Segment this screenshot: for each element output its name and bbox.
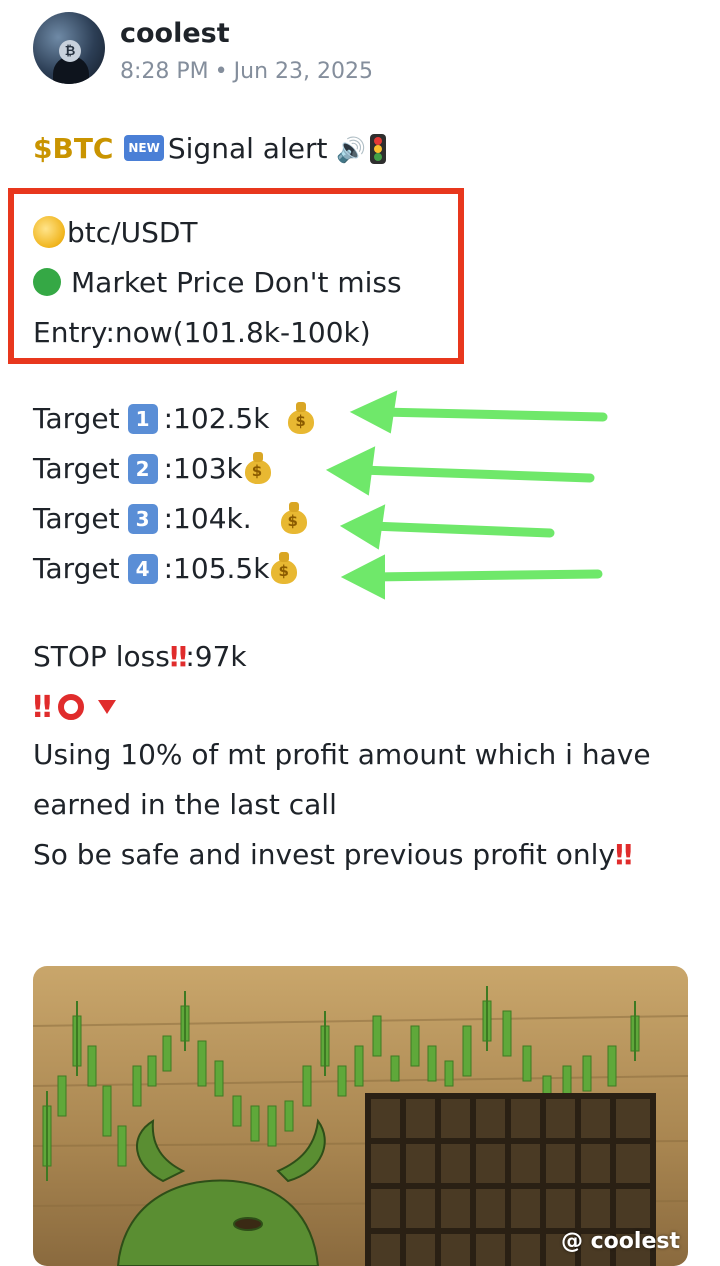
keycap-4-icon: 4 (127, 554, 158, 584)
target-label: Target (33, 402, 120, 435)
meta-separator: • (214, 59, 228, 84)
post-time: 8:28 PM (120, 59, 209, 84)
keycap-3-icon: 3 (127, 504, 158, 534)
target-value: :102.5k (163, 402, 270, 435)
ticker-link[interactable]: $BTC (33, 132, 113, 165)
stop-value: :97k (185, 640, 247, 673)
stop-label: STOP loss (33, 640, 170, 673)
bitcoin-icon: ₿ (59, 40, 81, 62)
target-value: :104k. (163, 502, 252, 535)
title-text: Signal alert (167, 132, 328, 165)
target-label: Target (33, 552, 120, 585)
arrow-head-3 (339, 504, 386, 550)
highlight-content: btc/USDT Market Price Don't miss Entry:n… (33, 208, 402, 358)
arrow-head-1 (349, 390, 398, 434)
red-triangle-down-icon (97, 700, 116, 714)
post-body: Using 10% of mt profit amount which i ha… (33, 730, 693, 880)
pair-line: btc/USDT (33, 208, 402, 258)
arrow-3 (365, 521, 555, 538)
keycap-2-icon: 2 (127, 454, 158, 484)
market-text: Market Price Don't miss (71, 266, 402, 299)
market-line: Market Price Don't miss (33, 258, 402, 308)
post-header: ₿ coolest 8:28 PM • Jun 23, 2025 (33, 12, 693, 87)
money-bag-icon (269, 552, 299, 584)
speaker-icon: 🔊 (336, 136, 367, 164)
keycap-1-icon: 1 (127, 404, 158, 434)
arrow-head-4 (340, 554, 385, 600)
pair-text: btc/USDT (67, 216, 198, 249)
money-bag-icon (243, 452, 273, 484)
arrow-head-2 (325, 446, 376, 496)
targets-list: Target1:102.5k Target2:103k Target3:104k… (33, 394, 316, 594)
target-row: Target 4:105.5k (33, 544, 316, 594)
post-date: Jun 23, 2025 (233, 59, 373, 84)
target-value: :103k (163, 452, 243, 485)
target-label: Target (33, 452, 120, 485)
target-label: Target (33, 502, 120, 535)
arrow-4 (365, 569, 603, 582)
stop-loss-line: STOP loss‼:97k (33, 632, 247, 682)
bull-chart-illustration (33, 986, 688, 1266)
watermark: @ coolest (560, 1229, 680, 1254)
entry-line: Entry:now(101.8k-100k) (33, 316, 371, 349)
arrow-2 (355, 465, 595, 483)
post-timestamp: 8:28 PM • Jun 23, 2025 (120, 59, 373, 84)
double-exclamation-icon: ‼ (169, 640, 188, 673)
double-exclamation-icon: ‼ (33, 689, 52, 725)
target-row: Target 3:104k. (33, 494, 316, 544)
body-line-2: So be safe and invest previous profit on… (33, 830, 693, 880)
body-line-1: Using 10% of mt profit amount which i ha… (33, 738, 651, 821)
red-circle-icon (57, 694, 84, 720)
double-exclamation-icon: ‼ (614, 838, 633, 871)
money-bag-icon (286, 402, 316, 434)
arrow-1 (375, 407, 608, 422)
post-image[interactable]: @ coolest (33, 966, 688, 1266)
username[interactable]: coolest (120, 18, 230, 49)
avatar[interactable]: ₿ (33, 12, 105, 84)
alert-symbols: ‼ (33, 682, 116, 732)
traffic-light-icon (370, 134, 387, 164)
green-circle-icon (33, 268, 61, 296)
post-title: $BTC NEW Signal alert 🔊 (33, 124, 387, 175)
target-row: Target 1:102.5k (33, 394, 316, 444)
target-row: Target 2:103k (33, 444, 316, 494)
body-line-2-text: So be safe and invest previous profit on… (33, 838, 615, 871)
target-value: :105.5k (163, 552, 270, 585)
money-bag-icon (279, 502, 309, 534)
bull-head (116, 1118, 326, 1266)
coin-icon (33, 216, 65, 248)
new-badge-icon: NEW (124, 135, 164, 161)
